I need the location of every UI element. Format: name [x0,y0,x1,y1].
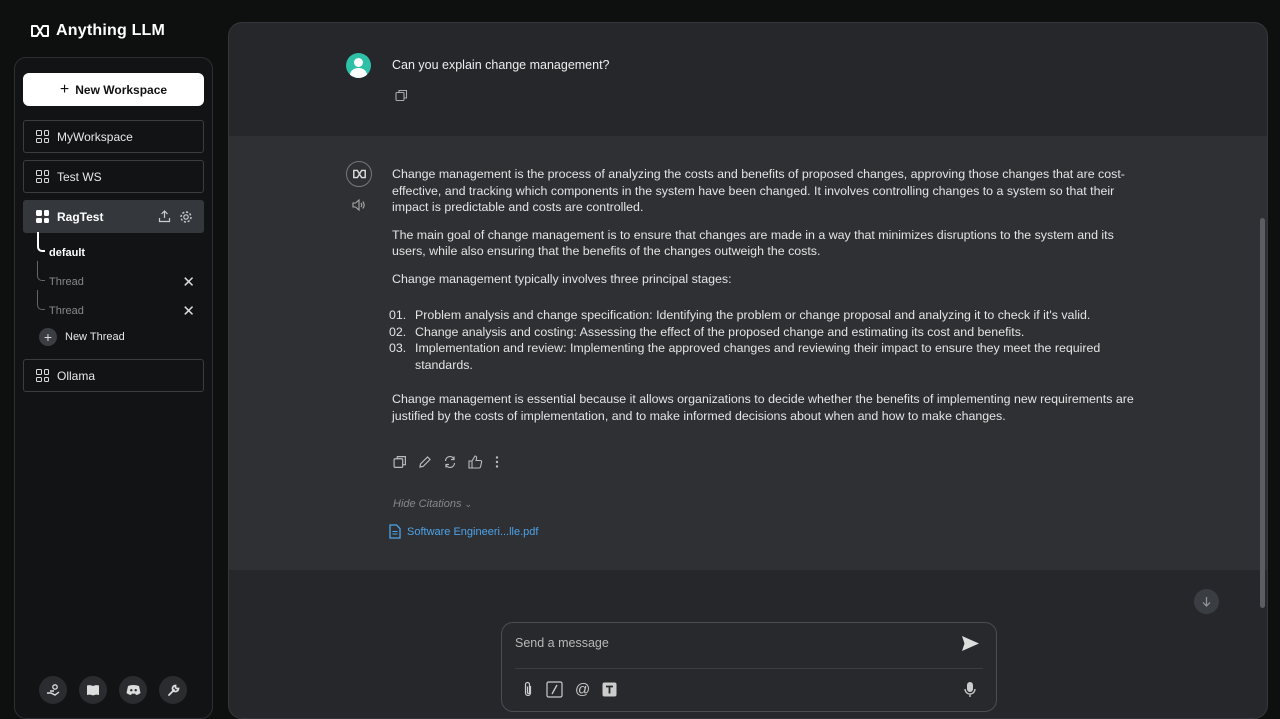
close-icon[interactable]: ✕ [182,302,195,320]
new-thread-button[interactable]: + New Thread [39,328,125,346]
workspace-grid-icon [36,130,49,143]
regenerate-icon[interactable] [443,455,457,469]
message-input[interactable] [515,631,935,655]
at-mention-icon[interactable]: @ [575,681,590,698]
upload-icon[interactable] [158,210,171,224]
list-item: 03. Implementation and review: Implementi… [389,340,1144,373]
workspace-grid-icon [36,170,49,183]
citation-link[interactable]: Software Engineeri...lle.pdf [389,524,538,539]
microphone-icon[interactable] [964,681,976,698]
user-avatar [346,53,371,78]
answer-paragraph: The main goal of change management is to… [392,227,1114,259]
thread-connector [37,290,45,310]
app-name: Anything LLM [56,22,166,39]
new-thread-label: New Thread [65,331,125,343]
thread-label: Thread [49,304,84,317]
anythingllm-avatar-icon [346,161,372,187]
wrench-icon[interactable] [159,676,187,704]
close-icon[interactable]: ✕ [182,273,195,291]
list-item: 02. Change analysis and costing: Assessin… [389,324,1144,341]
scroll-to-bottom-button[interactable] [1194,589,1219,614]
list-text: Problem analysis and change specificatio… [415,308,1091,322]
sidebar: + New Workspace MyWorkspace Test WS RagT… [14,57,213,719]
thread-item[interactable]: Thread ✕ [37,290,207,325]
workspace-label: Ollama [57,368,96,383]
pencil-icon[interactable] [418,455,432,469]
slash-command-icon[interactable] [546,681,563,698]
thread-connector [37,232,45,252]
assistant-answer: Change management is the process of anal… [389,166,1144,435]
list-number: 01. [389,308,407,322]
list-text: Change analysis and costing: Assessing t… [415,324,1025,339]
hide-citations-label: Hide Citations [393,498,462,510]
thread-list: default Thread ✕ Thread ✕ [37,232,207,325]
chat-panel: Can you explain change management? Chang… [228,22,1268,719]
workspace-label: Test WS [57,169,102,184]
arrow-down-icon [1201,596,1212,607]
message-composer: @ [501,622,997,712]
gear-icon[interactable] [179,210,193,224]
thread-item[interactable]: Thread ✕ [37,261,207,296]
workspace-item-ollama[interactable]: Ollama [23,359,204,392]
thread-label: Thread [49,275,84,288]
answer-paragraph: Change management typically involves thr… [392,271,732,286]
workspace-grid-icon [36,369,49,382]
user-message-text: Can you explain change management? [392,58,610,72]
plus-icon: + [39,328,57,346]
copy-icon[interactable] [395,89,408,102]
document-icon [389,524,401,539]
speaker-icon[interactable] [352,199,366,211]
anythingllm-logo-icon [30,24,50,38]
sidebar-footer [39,676,187,704]
paperclip-icon[interactable] [522,681,534,698]
message-actions [393,455,500,469]
chevron-down-icon: ⌄ [464,499,473,509]
workspace-label: RagTest [57,209,104,224]
user-message: Can you explain change management? [229,23,1267,136]
book-icon[interactable] [79,676,107,704]
list-item: 01. Problem analysis and change specifica… [389,307,1144,324]
list-text: Implementation and review: Implementing … [415,341,1101,372]
plus-icon: + [59,80,70,98]
text-format-icon[interactable] [602,682,617,697]
workspace-item-myworkspace[interactable]: MyWorkspace [23,120,204,153]
thread-item-default[interactable]: default [37,232,207,267]
copy-icon[interactable] [393,455,407,469]
workspace-grid-icon [36,210,49,223]
composer-tools: @ [522,681,617,698]
answer-list: 01. Problem analysis and change specifica… [389,307,1144,373]
thumbs-up-icon[interactable] [468,455,483,469]
more-options-icon[interactable] [494,455,500,469]
workspace-item-test-ws[interactable]: Test WS [23,160,204,193]
answer-paragraph: Change management is the process of anal… [392,167,1125,214]
answer-paragraph: Change management is essential because i… [392,392,1134,423]
list-number: 02. [389,324,407,339]
app-logo: Anything LLM [30,22,165,40]
support-hand-icon[interactable] [39,676,67,704]
list-number: 03. [389,341,407,355]
send-icon[interactable] [961,635,980,652]
discord-icon[interactable] [119,676,147,704]
workspace-item-ragtest[interactable]: RagTest [23,200,204,233]
assistant-message: Change management is the process of anal… [229,136,1267,570]
citation-filename: Software Engineeri...lle.pdf [407,525,539,538]
composer-divider [515,668,983,669]
thread-label: default [49,246,86,259]
scrollbar[interactable] [1260,218,1265,608]
new-workspace-button[interactable]: + New Workspace [23,73,204,106]
hide-citations-toggle[interactable]: Hide Citations ⌄ [393,498,472,510]
thread-connector [37,261,45,281]
new-workspace-label: New Workspace [75,82,168,97]
workspace-label: MyWorkspace [57,129,133,144]
